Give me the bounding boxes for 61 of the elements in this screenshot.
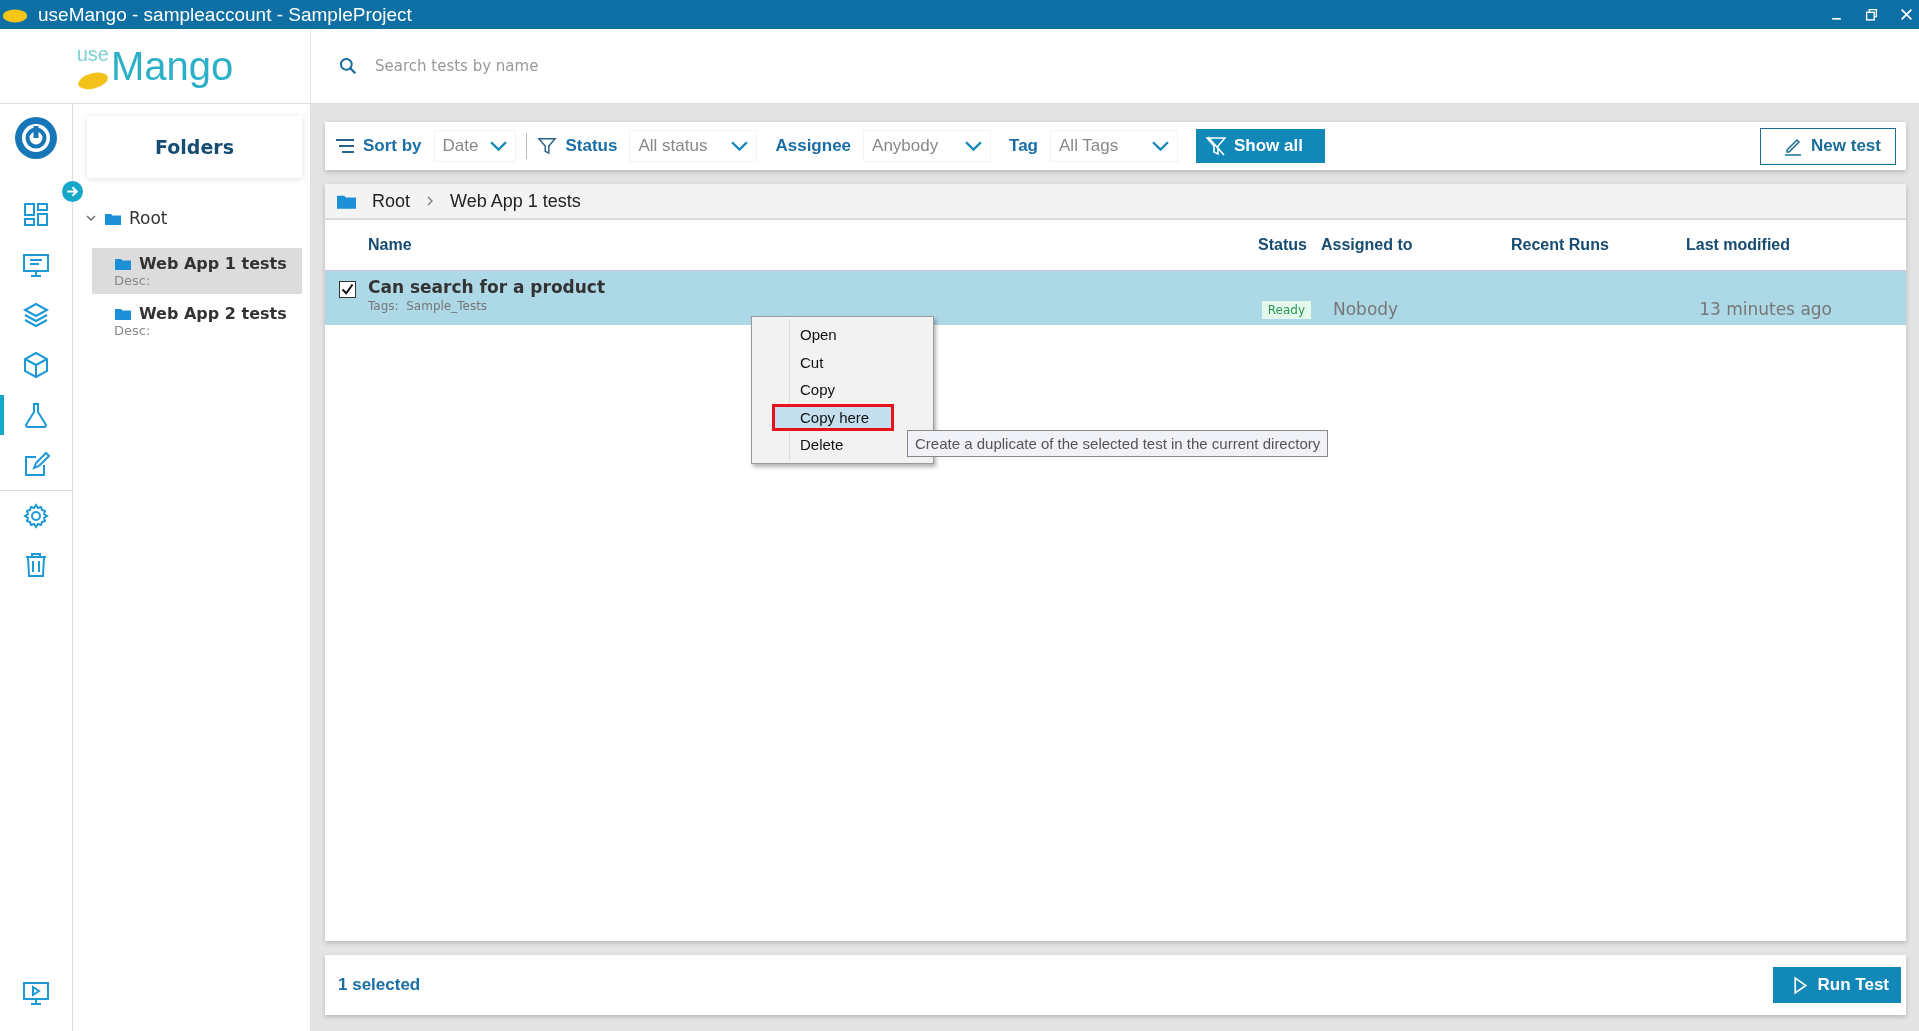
new-test-button[interactable]: New test bbox=[1760, 127, 1896, 165]
play-screen-icon[interactable] bbox=[22, 979, 50, 1007]
selection-count: 1 selected bbox=[338, 975, 421, 995]
chevron-icon bbox=[965, 140, 983, 152]
flask-icon[interactable] bbox=[22, 401, 50, 429]
menu-item[interactable]: Cut bbox=[756, 348, 929, 376]
column-header[interactable]: Status bbox=[1233, 236, 1321, 254]
menu-item[interactable]: Copy bbox=[756, 376, 929, 404]
test-name: Can search for a product bbox=[368, 277, 607, 297]
table-row[interactable]: Can search for a product Tags: Sample_Tests Ready Nobody 13 minutes ago bbox=[325, 271, 1906, 325]
edit-icon[interactable] bbox=[22, 451, 50, 479]
column-header[interactable]: Name bbox=[368, 236, 1233, 254]
column-header[interactable]: Last modified bbox=[1686, 236, 1906, 254]
checkbox[interactable] bbox=[339, 281, 356, 298]
filter-off-icon bbox=[1206, 136, 1226, 156]
assignee-cell-text: Nobody bbox=[1332, 298, 1400, 321]
search-icon bbox=[339, 57, 357, 75]
modified-cell-text: 13 minutes ago bbox=[1698, 298, 1833, 321]
folder-icon bbox=[115, 307, 131, 320]
filter-label: Tag bbox=[1009, 136, 1038, 156]
sort-label: Sort by bbox=[363, 136, 422, 156]
folder-icon bbox=[115, 257, 131, 270]
settings-icon[interactable] bbox=[22, 501, 50, 530]
filter-dropdown[interactable]: Anybody bbox=[863, 130, 992, 162]
chevron-icon bbox=[426, 195, 435, 207]
folder-icon bbox=[105, 211, 121, 225]
restore-icon[interactable] bbox=[1865, 8, 1878, 21]
status-tag: Ready bbox=[1261, 301, 1311, 319]
dashboard-icon[interactable] bbox=[22, 201, 50, 229]
close-icon[interactable] bbox=[1900, 8, 1913, 21]
column-header[interactable]: Recent Runs bbox=[1511, 236, 1686, 254]
run-test-button[interactable]: Run Test bbox=[1772, 967, 1901, 1003]
breadcrumb-item[interactable]: Web App 1 tests bbox=[450, 190, 581, 212]
filter-dropdown[interactable]: All Tags bbox=[1050, 130, 1178, 162]
chevron-icon bbox=[490, 140, 508, 152]
sort-dropdown[interactable]: Date bbox=[433, 130, 517, 162]
folders-header: Folders bbox=[87, 116, 302, 178]
cube-icon[interactable] bbox=[22, 351, 50, 379]
column-header[interactable]: Assigned to bbox=[1321, 236, 1511, 254]
layers-icon[interactable] bbox=[22, 301, 50, 329]
menu-item[interactable]: Copy here bbox=[772, 403, 894, 431]
sort-lines-icon bbox=[335, 137, 355, 155]
tooltip: Create a duplicate of the selected test in the current directory bbox=[907, 430, 1329, 457]
folder-item[interactable]: Web App 2 tests Desc: bbox=[92, 298, 302, 344]
pencil-icon bbox=[1783, 136, 1804, 156]
folder-item[interactable]: Web App 1 tests Desc: bbox=[92, 248, 302, 294]
show-all-button[interactable]: Show all bbox=[1196, 129, 1325, 163]
window-title: useMango - sampleaccount - SampleProject bbox=[38, 3, 412, 26]
power-logo-icon[interactable] bbox=[14, 116, 58, 160]
folder-icon bbox=[337, 193, 356, 209]
filter-dropdown[interactable]: All status bbox=[629, 130, 758, 162]
filter-label: Status bbox=[565, 136, 618, 156]
test-tags: Tags: Sample_Tests bbox=[368, 299, 1233, 313]
filter-icon bbox=[537, 137, 558, 155]
chevron-icon bbox=[731, 140, 749, 152]
tree-item[interactable]: Root bbox=[85, 208, 302, 228]
breadcrumb-item[interactable]: Root bbox=[372, 190, 411, 212]
play-icon bbox=[1792, 975, 1808, 995]
filter-label: Assignee bbox=[775, 136, 852, 156]
monitor-icon[interactable] bbox=[22, 251, 50, 279]
chevron-icon bbox=[1152, 140, 1169, 152]
